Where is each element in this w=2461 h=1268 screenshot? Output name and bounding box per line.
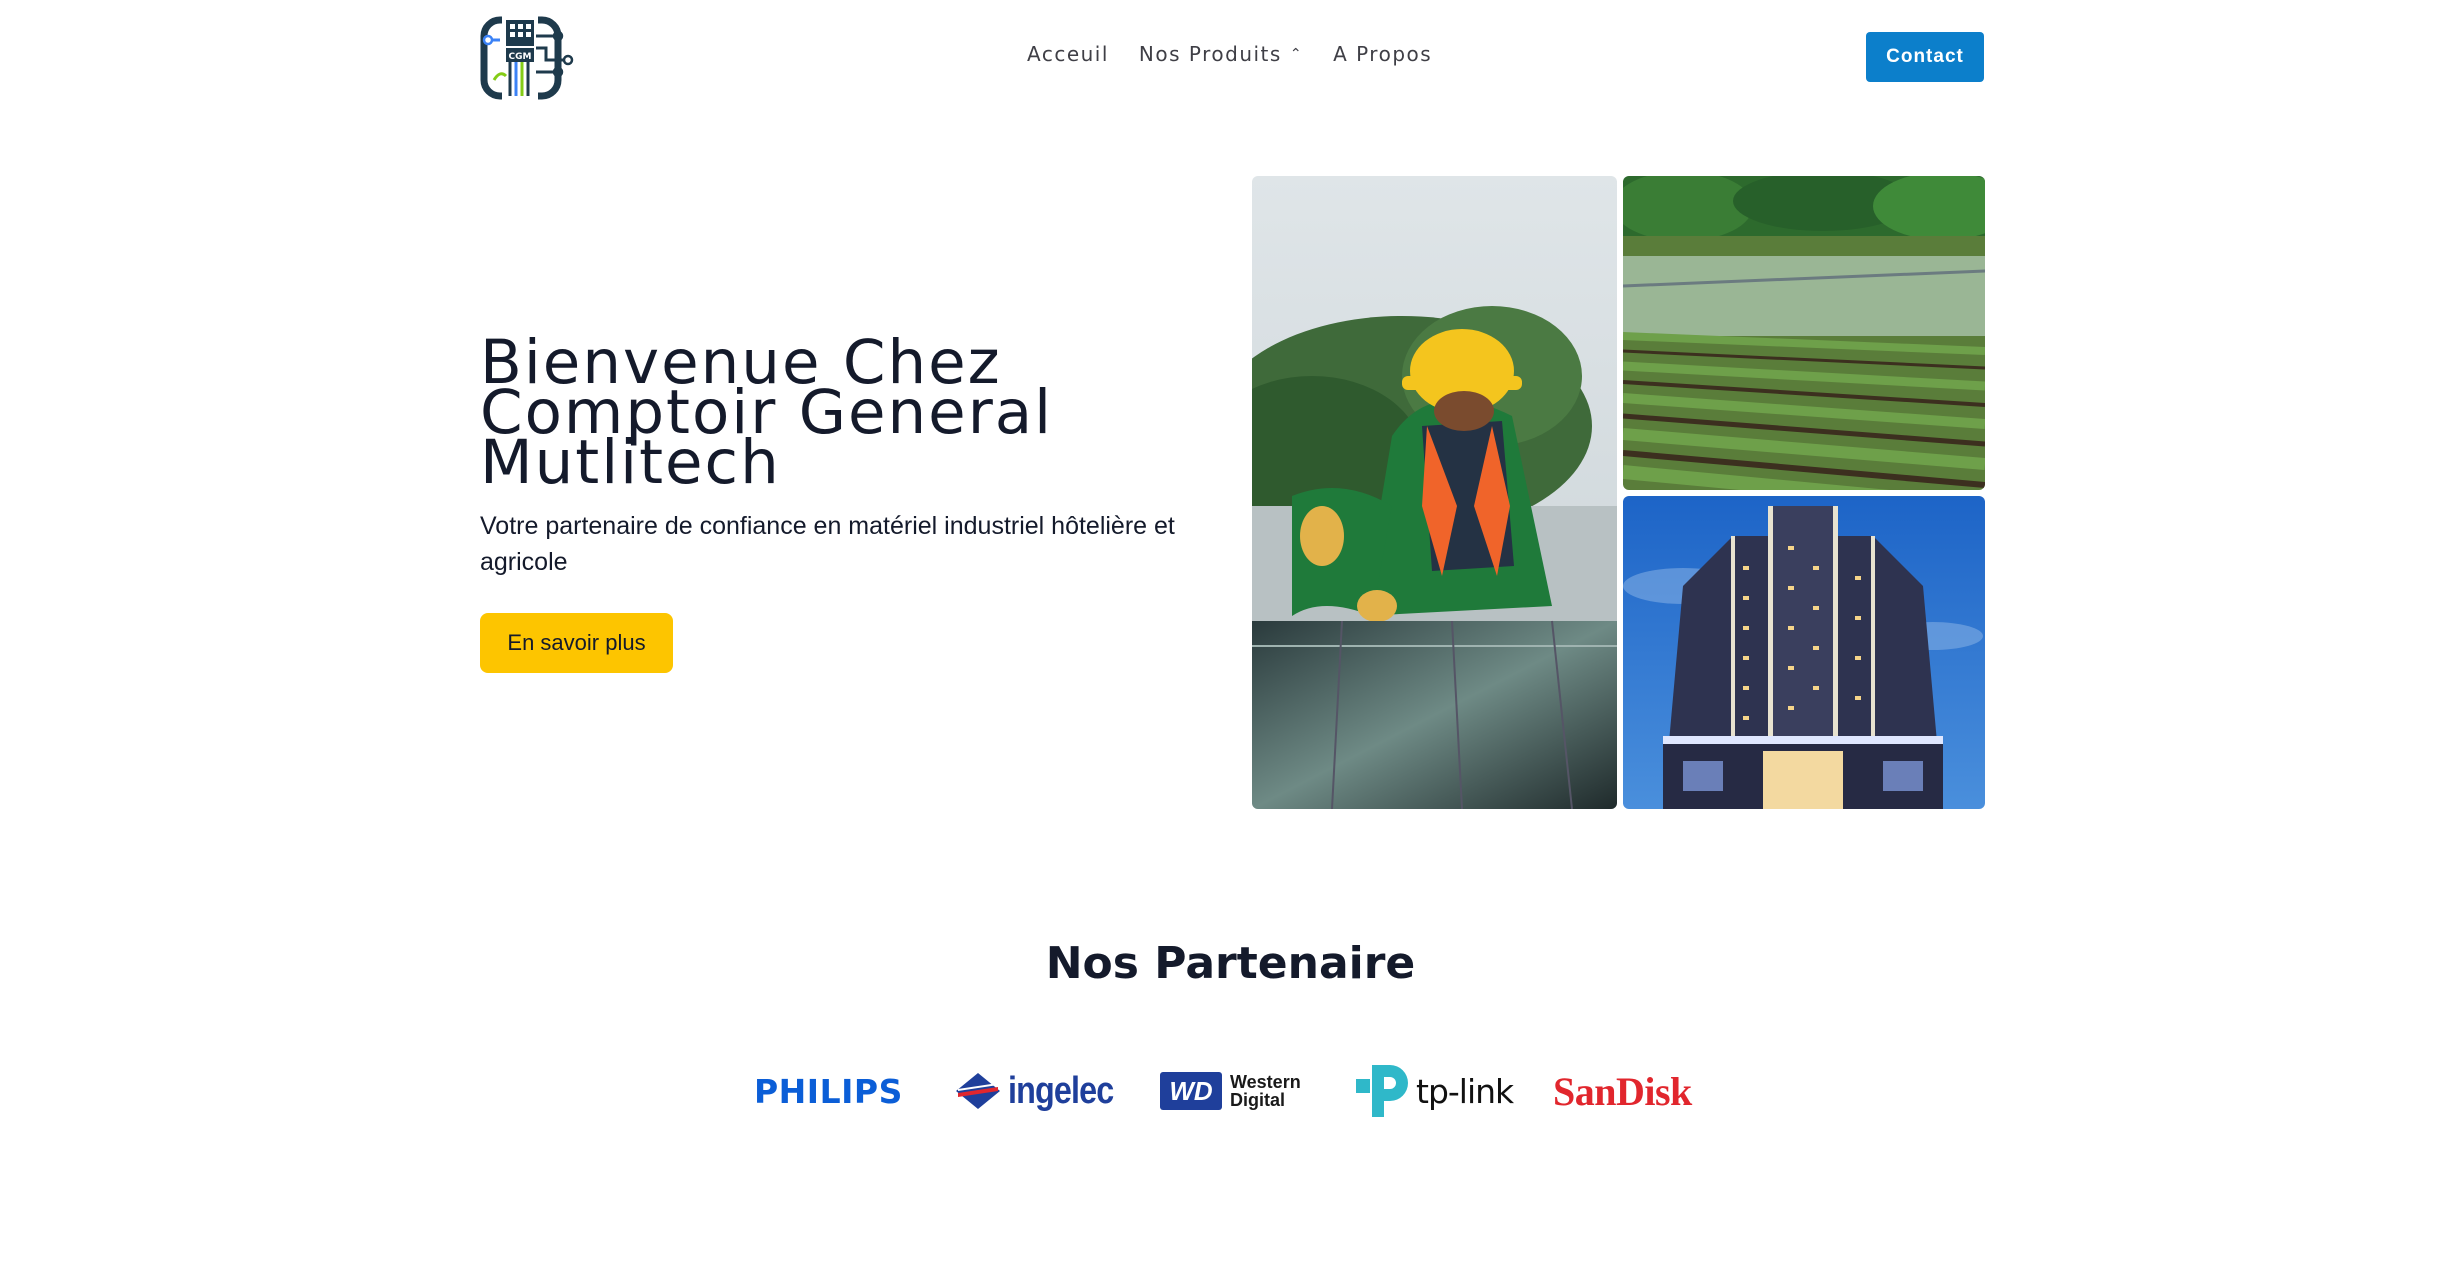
sandisk-logo: SanDisk (1553, 1068, 1692, 1114)
tp-link-emblem-icon (1356, 1065, 1408, 1117)
worker-solar-panel-photo (1252, 176, 1617, 809)
irrigation-field-photo (1623, 176, 1985, 490)
wd-line-2: Digital (1230, 1090, 1286, 1110)
nav-acceuil-label: Acceuil (1027, 42, 1109, 66)
wd-badge: WD (1160, 1072, 1222, 1110)
nav-a-propos-label: A Propos (1333, 42, 1433, 66)
cgm-logo[interactable]: CGM (480, 16, 576, 100)
chevron-up-icon: ⌃ (1289, 46, 1304, 62)
western-digital-logo: WD Western Digital (1160, 1056, 1301, 1126)
hero-subtitle: Votre partenaire de confiance en matérie… (480, 512, 1175, 576)
hero-title: Bienvenue Chez Comptoir General Mutlitec… (480, 332, 1240, 493)
main-nav: Acceuil Nos Produits ⌃ A Propos (1027, 42, 1432, 66)
hero-title-line-3: Mutlitech (480, 427, 781, 498)
ingelec-logo: ingelec (954, 1056, 1132, 1126)
learn-more-button[interactable]: En savoir plus (480, 613, 673, 673)
tp-link-wordmark: tp-link (1416, 1071, 1514, 1111)
nav-a-propos[interactable]: A Propos (1333, 42, 1432, 66)
philips-logo: PHILIPS (754, 1071, 903, 1111)
tp-link-logo: tp-link (1350, 1056, 1514, 1126)
partner-logos: PHILIPS ingelec WD Western Digital tp-li… (750, 1056, 1720, 1126)
nav-nos-produits-label: Nos Produits (1138, 42, 1282, 66)
nav-acceuil[interactable]: Acceuil (1027, 42, 1109, 66)
site-header: CGM Acceuil Nos Produits ⌃ A Propos Conta… (0, 0, 2461, 115)
wd-wordmark: Western Digital (1230, 1073, 1301, 1109)
ingelec-emblem-icon (956, 1073, 1000, 1109)
wd-line-1: Western (1230, 1072, 1301, 1092)
nav-nos-produits[interactable]: Nos Produits ⌃ (1139, 42, 1303, 66)
partners-title: Nos Partenaire (1045, 938, 1416, 989)
ingelec-wordmark: ingelec (1008, 1069, 1114, 1112)
svg-text:CGM: CGM (509, 52, 532, 62)
contact-button[interactable]: Contact (1866, 32, 1984, 82)
hotel-building-photo (1623, 496, 1985, 809)
